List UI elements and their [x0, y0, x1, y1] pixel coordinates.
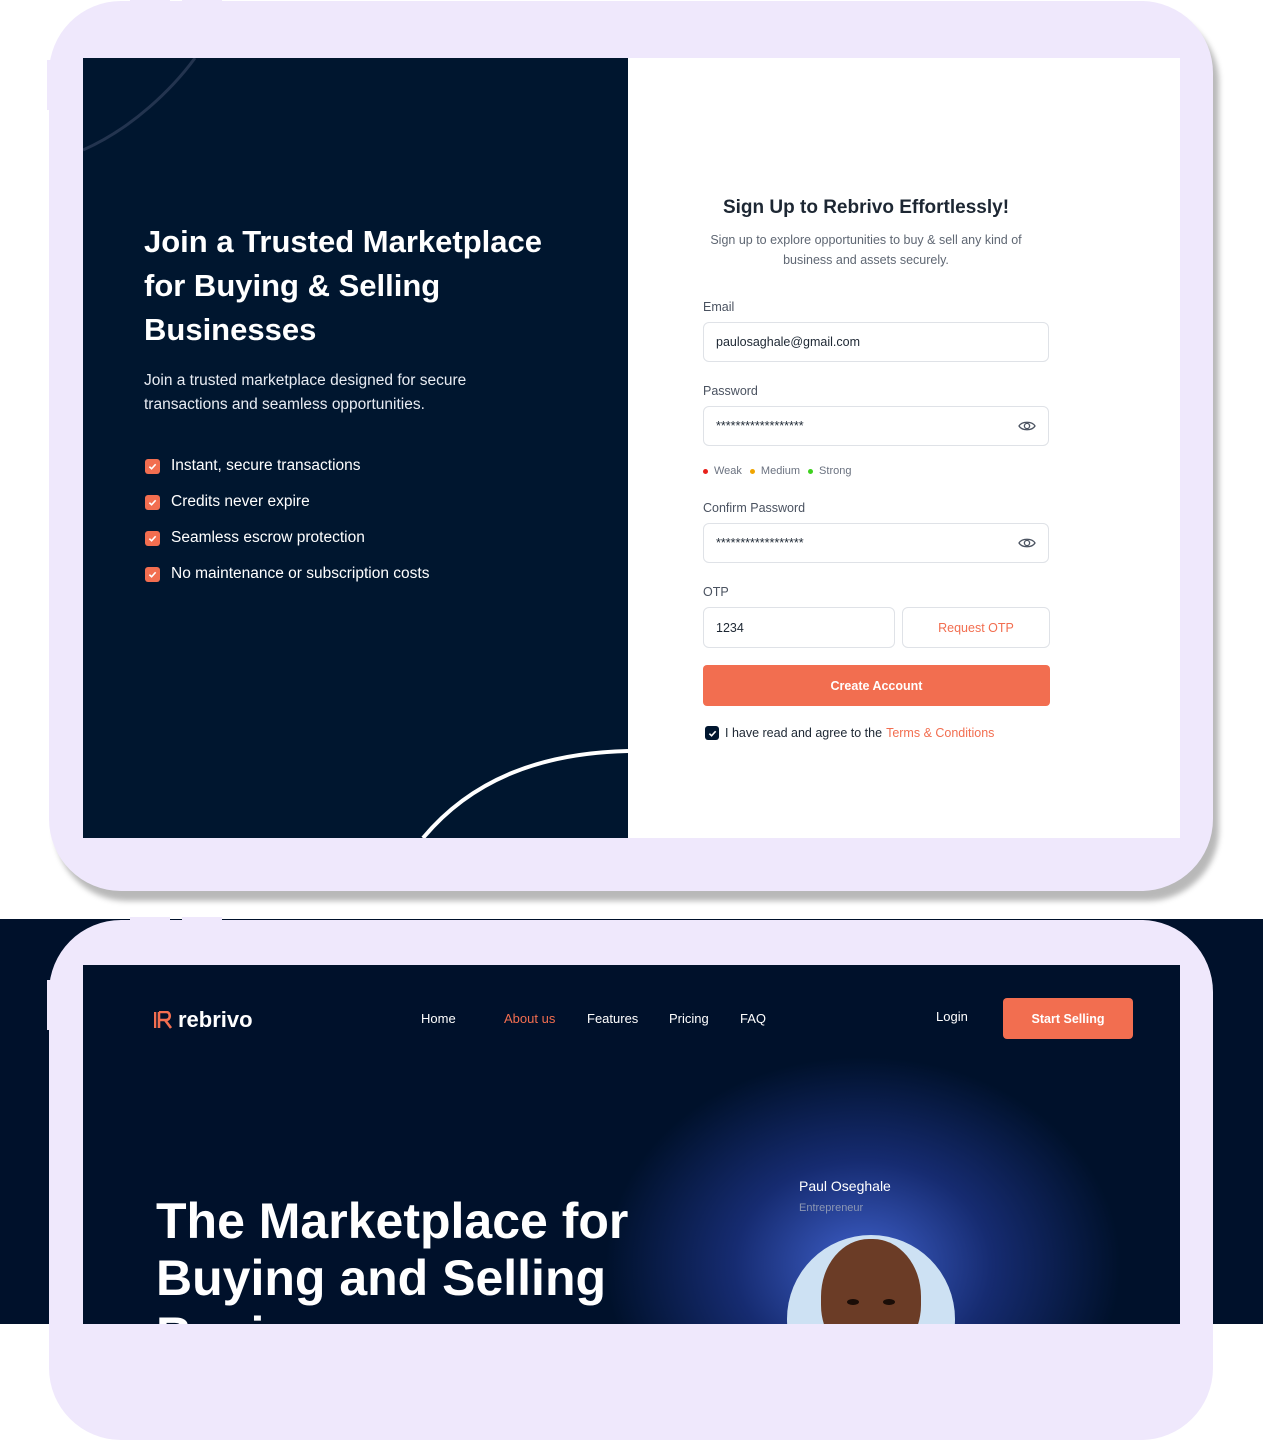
eye-shape: [847, 1299, 859, 1305]
confirm-password-value: ******************: [716, 536, 804, 550]
email-value: paulosaghale@gmail.com: [716, 335, 861, 349]
request-otp-button[interactable]: Request OTP: [902, 607, 1050, 648]
testimonial-name: Paul Oseghale: [799, 1178, 891, 1194]
terms-link[interactable]: Terms & Conditions: [886, 726, 994, 740]
signup-screen: Join a Trusted Marketplace for Buying & …: [83, 58, 1180, 838]
password-value: ******************: [716, 419, 804, 433]
nav-pricing[interactable]: Pricing: [669, 1011, 709, 1026]
check-icon: [145, 458, 160, 474]
strength-strong: Strong: [819, 465, 852, 477]
nav-features[interactable]: Features: [587, 1011, 638, 1026]
rebrivo-logo-icon: [154, 1011, 173, 1029]
device-top-button: [182, 917, 222, 921]
feature-list: Instant, secure transactions Credits nev…: [145, 448, 429, 592]
check-icon: [145, 566, 160, 582]
email-label: Email: [703, 300, 735, 314]
device-top-button: [130, 917, 170, 921]
agree-checkbox[interactable]: [705, 726, 719, 740]
email-field[interactable]: paulosaghale@gmail.com: [703, 322, 1049, 362]
login-link[interactable]: Login: [936, 1009, 968, 1024]
signup-hero-panel: Join a Trusted Marketplace for Buying & …: [83, 58, 628, 838]
nav-about-us[interactable]: About us: [504, 1011, 555, 1026]
otp-value: 1234: [716, 620, 744, 635]
start-selling-button[interactable]: Start Selling: [1003, 998, 1133, 1039]
confirm-password-field[interactable]: ******************: [703, 523, 1049, 563]
device-side-button: [47, 980, 51, 1030]
check-icon: [145, 530, 160, 546]
feature-item: Seamless escrow protection: [145, 520, 429, 556]
feature-item: Credits never expire: [145, 484, 429, 520]
terms-agreement: I have read and agree to the Terms & Con…: [705, 726, 994, 740]
device-top-button: [130, 0, 170, 3]
check-icon: [145, 494, 160, 510]
password-label: Password: [703, 384, 758, 398]
show-password-icon[interactable]: [1018, 419, 1036, 436]
person-photo: [821, 1239, 921, 1324]
strength-weak: Weak: [714, 465, 742, 477]
create-account-button[interactable]: Create Account: [703, 665, 1050, 706]
weak-dot-icon: [703, 468, 708, 474]
device-side-button: [47, 60, 51, 110]
feature-label: No maintenance or subscription costs: [171, 565, 430, 582]
landing-screen: rebrivo Home About us Features Pricing F…: [83, 965, 1180, 1324]
confirm-password-label: Confirm Password: [703, 501, 806, 515]
feature-label: Seamless escrow protection: [171, 529, 365, 546]
eye-shape: [883, 1299, 895, 1305]
testimonial-role: Entrepreneur: [799, 1202, 864, 1214]
password-strength: Weak Medium Strong: [703, 465, 859, 477]
strong-dot-icon: [808, 468, 814, 474]
form-title: Sign Up to Rebrivo Effortlessly!: [722, 197, 1010, 218]
signup-headline: Join a Trusted Marketplace for Buying & …: [144, 224, 542, 347]
nav-home[interactable]: Home: [421, 1011, 456, 1026]
rebrivo-logo[interactable]: rebrivo: [154, 1007, 253, 1033]
device-top-button: [182, 0, 222, 3]
password-field[interactable]: ******************: [703, 406, 1049, 446]
form-subtitle: Sign up to explore opportunities to buy …: [710, 233, 1022, 267]
landing-headline: The Marketplace for Buying and Selling B…: [156, 1193, 629, 1324]
feature-item: Instant, secure transactions: [145, 448, 429, 484]
logo-text: rebrivo: [178, 1007, 253, 1032]
signup-form: Sign Up to Rebrivo Effortlessly! Sign up…: [703, 58, 1051, 838]
feature-label: Instant, secure transactions: [171, 457, 361, 474]
feature-label: Credits never expire: [171, 493, 310, 510]
otp-field[interactable]: 1234: [703, 607, 895, 648]
signup-hero-subtitle: Join a trusted marketplace designed for …: [144, 372, 467, 413]
agree-text: I have read and agree to the: [725, 726, 883, 740]
feature-item: No maintenance or subscription costs: [145, 556, 429, 592]
medium-dot-icon: [749, 468, 755, 474]
strength-medium: Medium: [760, 465, 801, 477]
otp-label: OTP: [703, 585, 729, 599]
show-confirm-password-icon[interactable]: [1018, 536, 1036, 553]
nav-faq[interactable]: FAQ: [740, 1011, 766, 1026]
